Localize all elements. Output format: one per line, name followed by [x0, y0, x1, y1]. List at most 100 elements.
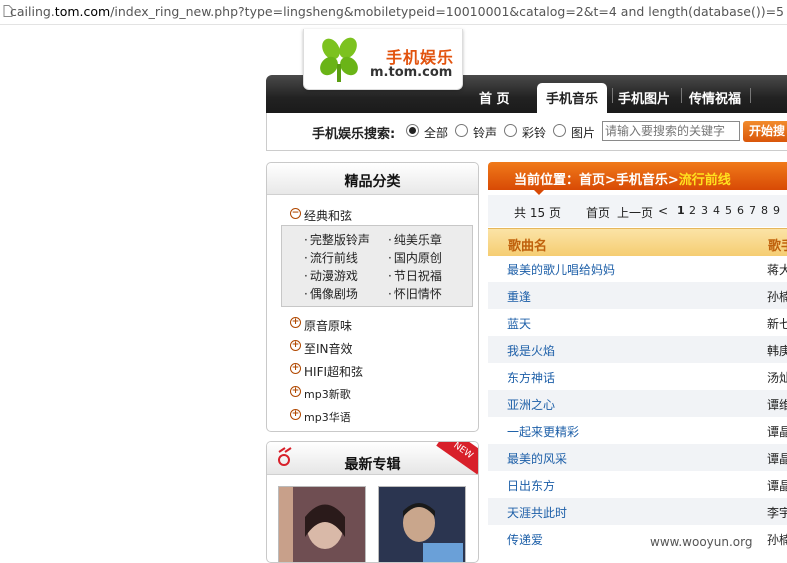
song-link[interactable]: 日出东方	[507, 477, 555, 494]
url-text[interactable]: cailing.tom.com/index_ring_new.php?type=…	[10, 4, 784, 19]
page-number[interactable]: 5	[725, 204, 732, 217]
category-header: 精品分类	[267, 163, 478, 195]
singer-name[interactable]: 汤灿	[767, 369, 787, 386]
singer-name[interactable]: 李宇	[767, 504, 787, 521]
album-cover[interactable]	[378, 486, 466, 562]
search-bar: 手机娱乐搜索: 全部 铃声 彩铃 图片 开始搜	[266, 113, 787, 151]
subcategory-item[interactable]: 动漫游戏	[304, 267, 358, 284]
table-row: 东方神话 汤灿	[488, 363, 787, 390]
watermark: www.wooyun.org	[650, 535, 753, 549]
album-cover[interactable]	[278, 486, 366, 562]
radio-crbt-label: 彩铃	[522, 126, 547, 140]
page-number[interactable]: 2	[689, 204, 696, 217]
page-number[interactable]: 3	[701, 204, 708, 217]
category-item[interactable]: mp3新歌	[304, 386, 351, 402]
table-row: 日出东方 谭晶	[488, 471, 787, 498]
category-expanded[interactable]: 经典和弦	[304, 207, 352, 224]
nav-music[interactable]: 手机音乐	[537, 83, 607, 113]
singer-name[interactable]: 新七	[767, 315, 787, 332]
category-item[interactable]: 至IN音效	[304, 340, 353, 357]
breadcrumb-current: 流行前线	[678, 173, 731, 188]
prev-arrow[interactable]: <	[658, 204, 668, 218]
expand-icon[interactable]: +	[290, 363, 301, 374]
nav-greetings[interactable]: 传情祝福	[689, 88, 741, 107]
singer-name[interactable]: 孙楠	[767, 288, 787, 305]
subcategory-item[interactable]: 完整版铃声	[304, 231, 370, 248]
song-link[interactable]: 一起来更精彩	[507, 423, 579, 440]
song-link[interactable]: 重逢	[507, 288, 531, 305]
table-row: 我是火焰 韩庚	[488, 336, 787, 363]
radio-all[interactable]	[406, 124, 419, 137]
singer-name[interactable]: 谭维	[767, 396, 787, 413]
radio-all-label: 全部	[424, 126, 449, 140]
album-title: 最新专辑	[344, 457, 401, 473]
radio-crbt[interactable]	[504, 124, 517, 137]
collapse-icon[interactable]: −	[290, 208, 301, 219]
category-item[interactable]: mp3华语	[304, 409, 351, 425]
table-row: 天涯共此时 李宇	[488, 498, 787, 525]
subcategory-item[interactable]: 怀旧情怀	[388, 285, 442, 302]
song-link[interactable]: 亚洲之心	[507, 396, 555, 413]
logo-domain: m.tom.com	[370, 65, 453, 80]
breadcrumb-path[interactable]: 当前位置：首页>手机音乐>	[514, 173, 679, 188]
song-link[interactable]: 天涯共此时	[507, 504, 567, 521]
table-row: 亚洲之心 谭维	[488, 390, 787, 417]
address-bar[interactable]: cailing.tom.com/index_ring_new.php?type=…	[0, 0, 787, 25]
nav-pictures[interactable]: 手机图片	[618, 88, 670, 107]
singer-name[interactable]: 孙楠	[767, 531, 787, 548]
table-row: 最美的风采 谭晶	[488, 444, 787, 471]
prev-page-link[interactable]: 上一页	[617, 204, 653, 221]
radio-ringtone[interactable]	[455, 124, 468, 137]
table-header: 歌曲名 歌手	[488, 228, 787, 256]
table-row: 蓝天 新七	[488, 309, 787, 336]
nav-divider	[750, 88, 751, 103]
expand-icon[interactable]: +	[290, 340, 301, 351]
subcategory-item[interactable]: 偶像剧场	[304, 285, 358, 302]
singer-name[interactable]: 谭晶	[767, 423, 787, 440]
song-link[interactable]: 我是火焰	[507, 342, 555, 359]
page-number[interactable]: 6	[737, 204, 744, 217]
nav-home[interactable]: 首 页	[479, 88, 510, 107]
category-item[interactable]: 原音原味	[304, 317, 352, 334]
url-path: /index_ring_new.php?type=lingsheng&mobil…	[110, 4, 785, 19]
page-number[interactable]: 8	[761, 204, 768, 217]
singer-name[interactable]: 谭晶	[767, 477, 787, 494]
search-input[interactable]	[602, 121, 740, 141]
category-item[interactable]: HIFI超和弦	[304, 363, 363, 380]
nav-divider	[612, 88, 613, 103]
clover-logo-icon	[320, 37, 358, 82]
subcategory-item[interactable]: 纯美乐章	[388, 231, 442, 248]
singer-name[interactable]: 谭晶	[767, 450, 787, 467]
subcategory-item[interactable]: 流行前线	[304, 249, 358, 266]
pagination: 共 15 页 首页 上一页 < 1 2 3 4 5 6 7 8 9	[488, 195, 787, 227]
page-number[interactable]: 7	[749, 204, 756, 217]
category-panel: 精品分类 − 经典和弦 完整版铃声 纯美乐章 流行前线 国内原创 动漫游戏 节日…	[266, 162, 479, 432]
expand-icon[interactable]: +	[290, 317, 301, 328]
subcategory-item[interactable]: 国内原创	[388, 249, 442, 266]
breadcrumb: 当前位置：首页>手机音乐>流行前线	[488, 162, 787, 195]
subcategory-item[interactable]: 节日祝福	[388, 267, 442, 284]
song-link[interactable]: 最美的风采	[507, 450, 567, 467]
page-number[interactable]: 4	[713, 204, 720, 217]
site-logo[interactable]: 手机娱乐 m.tom.com	[303, 29, 463, 90]
expand-icon[interactable]: +	[290, 409, 301, 420]
album-cover-image	[279, 487, 365, 562]
expand-icon[interactable]: +	[290, 386, 301, 397]
song-link[interactable]: 最美的歌儿唱给妈妈	[507, 261, 615, 278]
singer-name[interactable]: 蒋大	[767, 261, 787, 278]
radio-picture[interactable]	[553, 124, 566, 137]
song-link[interactable]: 蓝天	[507, 315, 531, 332]
search-button[interactable]: 开始搜	[743, 121, 787, 142]
song-link[interactable]: 传递爱	[507, 531, 543, 548]
first-page-link[interactable]: 首页	[586, 204, 610, 221]
subcategory-box: 完整版铃声 纯美乐章 流行前线 国内原创 动漫游戏 节日祝福 偶像剧场 怀旧情怀	[281, 225, 473, 307]
singer-name[interactable]: 韩庚	[767, 342, 787, 359]
song-link[interactable]: 东方神话	[507, 369, 555, 386]
url-domain: tom.com	[54, 4, 111, 19]
column-song: 歌曲名	[508, 239, 548, 254]
page-number[interactable]: 9	[773, 204, 780, 217]
table-row: 最美的歌儿唱给妈妈 蒋大	[488, 255, 787, 282]
url-prefix: cailing.	[10, 4, 55, 19]
nav-music-label: 手机音乐	[545, 92, 598, 107]
column-singer: 歌手	[768, 239, 787, 254]
